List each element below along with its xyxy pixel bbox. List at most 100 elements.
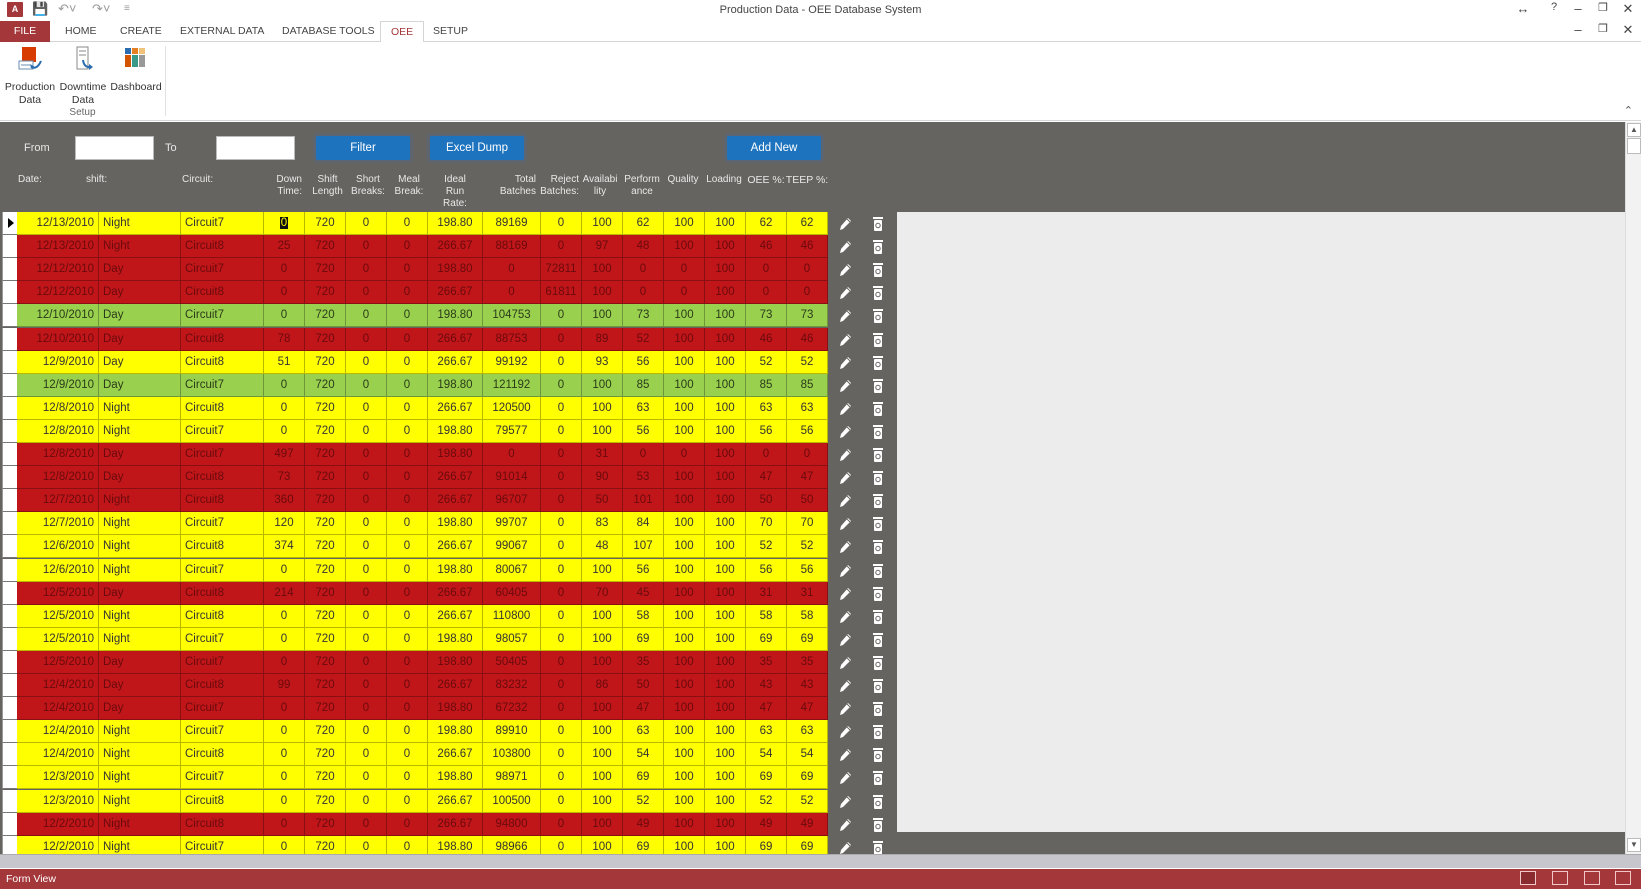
cell-teep[interactable]: 56 [787,558,828,582]
cell-loading[interactable]: 100 [705,812,746,836]
cell-circuit[interactable]: Circuit7 [181,835,264,855]
cell-loading[interactable]: 100 [705,281,746,305]
minimize-icon[interactable]: – [1567,1,1589,16]
cell-performance[interactable]: 50 [623,674,664,697]
cell-total-batches[interactable]: 0 [483,443,541,466]
record-selector[interactable] [2,258,17,282]
cell-short-breaks[interactable]: 0 [346,327,387,351]
cell-date[interactable]: 12/4/2010 [17,743,99,767]
cell-oee[interactable]: 69 [746,766,787,790]
cell-date[interactable]: 12/5/2010 [17,627,99,651]
cell-circuit[interactable]: Circuit7 [181,512,264,536]
cell-oee[interactable]: 56 [746,558,787,582]
cell-quality[interactable]: 100 [664,812,705,836]
cell-down-time[interactable]: 0 [264,812,305,836]
filter-button[interactable]: Filter [316,136,410,160]
cell-reject-batches[interactable]: 61811 [541,281,582,305]
cell-performance[interactable]: 56 [623,419,664,443]
cell-short-breaks[interactable]: 0 [346,604,387,628]
cell-short-breaks[interactable]: 0 [346,766,387,790]
scroll-up-icon[interactable]: ▲ [1627,123,1641,137]
cell-short-breaks[interactable]: 0 [346,581,387,605]
cell-availability[interactable]: 97 [582,235,623,259]
cell-total-batches[interactable]: 67232 [483,697,541,721]
cell-loading[interactable]: 100 [705,535,746,559]
cell-quality[interactable]: 100 [664,327,705,351]
cell-short-breaks[interactable]: 0 [346,720,387,744]
table-row[interactable]: 12/13/2010 Night Circuit7 0 720 0 0 198.80 89169… [0,212,883,235]
pencil-icon[interactable] [836,469,854,487]
cell-shift-length[interactable]: 720 [305,835,346,855]
cell-shift[interactable]: Day [99,350,181,374]
record-selector[interactable] [2,373,17,397]
cell-shift[interactable]: Day [99,697,181,721]
cell-down-time[interactable]: 120 [264,512,305,536]
cell-performance[interactable]: 69 [623,627,664,651]
cell-quality[interactable]: 0 [664,281,705,305]
cell-oee[interactable]: 46 [746,327,787,351]
cell-quality[interactable]: 100 [664,235,705,259]
cell-oee[interactable]: 63 [746,396,787,420]
trash-icon[interactable] [869,746,887,764]
close-icon[interactable]: ✕ [1617,1,1639,17]
tab-file[interactable]: FILE [0,21,50,42]
cell-oee[interactable]: 52 [746,789,787,813]
cell-down-time[interactable]: 214 [264,581,305,605]
cell-shift[interactable]: Day [99,327,181,351]
record-selector[interactable] [2,350,17,374]
cell-performance[interactable]: 69 [623,766,664,790]
production-data-button[interactable]: Production Data [4,46,56,107]
cell-quality[interactable]: 100 [664,697,705,721]
cell-quality[interactable]: 100 [664,650,705,674]
pencil-icon[interactable] [836,354,854,372]
cell-short-breaks[interactable]: 0 [346,743,387,767]
cell-short-breaks[interactable]: 0 [346,512,387,536]
cell-availability[interactable]: 100 [582,419,623,443]
resize-arrows-icon[interactable]: ↔ [1512,1,1534,16]
table-row[interactable]: 12/8/2010 Day Circuit8 73 720 0 0 266.67 91014 0 9… [0,466,883,490]
cell-teep[interactable]: 52 [787,789,828,813]
cell-teep[interactable]: 73 [787,304,828,328]
cell-meal-break[interactable]: 0 [387,835,428,855]
cell-oee[interactable]: 35 [746,650,787,674]
cell-quality[interactable]: 100 [664,489,705,513]
cell-total-batches[interactable]: 99192 [483,350,541,374]
cell-shift[interactable]: Night [99,812,181,836]
cell-meal-break[interactable]: 0 [387,558,428,582]
cell-total-batches[interactable]: 104753 [483,304,541,328]
cell-availability[interactable]: 90 [582,466,623,490]
cell-circuit[interactable]: Circuit8 [181,327,264,351]
cell-performance[interactable]: 35 [623,650,664,674]
record-selector[interactable] [2,327,17,351]
cell-meal-break[interactable]: 0 [387,650,428,674]
pencil-icon[interactable] [836,284,854,302]
cell-ideal-run-rate[interactable]: 266.67 [428,604,483,628]
cell-down-time[interactable]: 360 [264,489,305,513]
cell-availability[interactable]: 100 [582,281,623,305]
cell-performance[interactable]: 85 [623,373,664,397]
cell-circuit[interactable]: Circuit8 [181,674,264,697]
cell-loading[interactable]: 100 [705,419,746,443]
cell-availability[interactable]: 86 [582,674,623,697]
cell-oee[interactable]: 69 [746,835,787,855]
cell-teep[interactable]: 63 [787,720,828,744]
cell-reject-batches[interactable]: 0 [541,835,582,855]
cell-teep[interactable]: 49 [787,812,828,836]
cell-availability[interactable]: 100 [582,766,623,790]
record-selector[interactable] [2,720,17,744]
cell-shift-length[interactable]: 720 [305,766,346,790]
cell-down-time[interactable]: 0 [264,720,305,744]
cell-loading[interactable]: 100 [705,373,746,397]
cell-ideal-run-rate[interactable]: 198.80 [428,766,483,790]
cell-reject-batches[interactable]: 0 [541,489,582,513]
cell-shift-length[interactable]: 720 [305,489,346,513]
table-row[interactable]: 12/9/2010 Day Circuit7 0 720 0 0 198.80 121192 0 1… [0,373,883,397]
cell-shift[interactable]: Day [99,466,181,490]
cell-date[interactable]: 12/2/2010 [17,812,99,836]
cell-shift[interactable]: Night [99,212,181,235]
cell-total-batches[interactable]: 98057 [483,627,541,651]
cell-reject-batches[interactable]: 0 [541,419,582,443]
cell-availability[interactable]: 100 [582,258,623,282]
cell-oee[interactable]: 43 [746,674,787,697]
trash-icon[interactable] [869,423,887,441]
